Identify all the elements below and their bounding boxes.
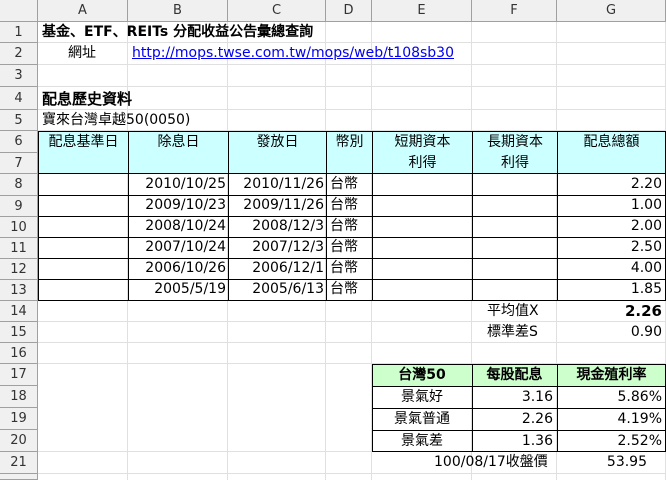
cell-pay-date[interactable]: 2007/12/3 bbox=[228, 237, 324, 258]
header-pay-date[interactable]: 發放日 bbox=[228, 131, 326, 174]
cell-ex-date[interactable]: 2006/10/26 bbox=[128, 258, 226, 279]
row-header-17[interactable]: 17 bbox=[0, 364, 38, 386]
header-ex-date[interactable]: 除息日 bbox=[128, 131, 228, 174]
scenario-dividend[interactable]: 3.16 bbox=[472, 387, 553, 408]
spreadsheet: A B C D E F G 1 2 3 4 5 6 7 8 9 10 11 12… bbox=[0, 0, 666, 480]
scenario-dividend[interactable]: 2.26 bbox=[472, 409, 553, 430]
cell-pay-date[interactable]: 2005/6/13 bbox=[228, 279, 324, 300]
cell-total[interactable]: 1.85 bbox=[557, 279, 662, 300]
cell-total[interactable]: 1.00 bbox=[557, 195, 662, 216]
std-label[interactable]: 標準差S bbox=[487, 322, 538, 343]
row-header-13[interactable]: 13 bbox=[0, 280, 38, 301]
gridline bbox=[38, 473, 666, 474]
column-header-b[interactable]: B bbox=[128, 0, 228, 22]
cell-currency[interactable]: 台幣 bbox=[330, 174, 358, 195]
section-title[interactable]: 配息歷史資料 bbox=[42, 89, 132, 110]
scenario-name[interactable]: 景氣普通 bbox=[372, 409, 472, 430]
fund-name[interactable]: 寶來台灣卓越50(0050) bbox=[42, 110, 190, 131]
close-price-value[interactable]: 53.95 bbox=[557, 452, 647, 473]
header-total-label: 配息總額 bbox=[583, 134, 640, 150]
cell-currency[interactable]: 台幣 bbox=[330, 216, 358, 237]
header-ex-date-label: 除息日 bbox=[157, 134, 200, 150]
cell-ex-date[interactable]: 2007/10/24 bbox=[128, 237, 226, 258]
cell-total[interactable]: 4.00 bbox=[557, 258, 662, 279]
select-all-corner[interactable] bbox=[0, 0, 38, 22]
row-header-1[interactable]: 1 bbox=[0, 22, 38, 43]
cell-total[interactable]: 2.50 bbox=[557, 237, 662, 258]
header-short-gain-line1: 短期資本 bbox=[394, 134, 451, 150]
scenario-name[interactable]: 景氣差 bbox=[372, 431, 472, 452]
column-header-a[interactable]: A bbox=[38, 0, 128, 22]
header-long-gain[interactable]: 長期資本 利得 bbox=[472, 131, 557, 174]
header-long-gain-line2: 利得 bbox=[501, 155, 529, 171]
cell-pay-date[interactable]: 2009/11/26 bbox=[228, 195, 324, 216]
row-header-12[interactable]: 12 bbox=[0, 259, 38, 280]
cell-ex-date[interactable]: 2010/10/25 bbox=[128, 174, 226, 195]
row-header-15[interactable]: 15 bbox=[0, 322, 38, 343]
column-header-f[interactable]: F bbox=[472, 0, 557, 22]
cell-currency[interactable]: 台幣 bbox=[330, 237, 358, 258]
cell-pay-date[interactable]: 2008/12/3 bbox=[228, 216, 324, 237]
row-header-4[interactable]: 4 bbox=[0, 87, 38, 110]
column-header-c[interactable]: C bbox=[228, 0, 326, 22]
row-header-18[interactable]: 18 bbox=[0, 386, 38, 408]
header-total[interactable]: 配息總額 bbox=[557, 131, 666, 174]
scenario-header-name[interactable]: 台灣50 bbox=[372, 365, 472, 386]
row-header-16[interactable]: 16 bbox=[0, 343, 38, 364]
cell-total[interactable]: 2.20 bbox=[557, 174, 662, 195]
row-header-11[interactable]: 11 bbox=[0, 238, 38, 259]
scenario-yield[interactable]: 2.52% bbox=[557, 431, 662, 452]
row-header-20[interactable]: 20 bbox=[0, 430, 38, 452]
scenario-header-dividend[interactable]: 每股配息 bbox=[472, 365, 557, 386]
cell-currency[interactable]: 台幣 bbox=[330, 258, 358, 279]
cell-pay-date[interactable]: 2006/12/1 bbox=[228, 258, 324, 279]
header-long-gain-line1: 長期資本 bbox=[487, 134, 543, 150]
row-header-9[interactable]: 9 bbox=[0, 196, 38, 217]
row-header-7[interactable]: 7 bbox=[0, 153, 38, 174]
header-currency[interactable]: 幣別 bbox=[326, 131, 372, 174]
row-header-10[interactable]: 10 bbox=[0, 217, 38, 238]
row-header-21[interactable]: 21 bbox=[0, 452, 38, 474]
scenario-yield[interactable]: 4.19% bbox=[557, 409, 662, 430]
close-price-label[interactable]: 100/08/17收盤價 bbox=[434, 452, 548, 473]
cell-currency[interactable]: 台幣 bbox=[330, 195, 358, 216]
header-base-date[interactable]: 配息基準日 bbox=[38, 131, 128, 174]
scenario-name[interactable]: 景氣好 bbox=[372, 387, 472, 408]
scenario-dividend[interactable]: 1.36 bbox=[472, 431, 553, 452]
cell-currency[interactable]: 台幣 bbox=[330, 279, 358, 300]
scenario-header-yield[interactable]: 現金殖利率 bbox=[557, 365, 666, 386]
row-header-6[interactable]: 6 bbox=[0, 131, 38, 153]
row-header-8[interactable]: 8 bbox=[0, 174, 38, 196]
header-base-date-label: 配息基準日 bbox=[48, 134, 119, 150]
row-header-5[interactable]: 5 bbox=[0, 110, 38, 131]
cell-pay-date[interactable]: 2010/11/26 bbox=[228, 174, 324, 195]
gridline bbox=[38, 86, 666, 87]
header-pay-date-label: 發放日 bbox=[256, 134, 299, 150]
cell-ex-date[interactable]: 2005/5/19 bbox=[128, 279, 226, 300]
row-header-22[interactable] bbox=[0, 474, 38, 480]
mean-label[interactable]: 平均值X bbox=[487, 301, 539, 322]
header-short-gain-line2: 利得 bbox=[408, 155, 437, 171]
url-label: 網址 bbox=[68, 45, 96, 61]
row-header-14[interactable]: 14 bbox=[0, 301, 38, 322]
cell-ex-date[interactable]: 2009/10/23 bbox=[128, 195, 226, 216]
mean-value[interactable]: 2.26 bbox=[557, 301, 662, 322]
sheet-title[interactable]: 基金、ETF、REITs 分配收益公告彙總查詢 bbox=[42, 22, 313, 43]
header-short-gain[interactable]: 短期資本 利得 bbox=[372, 131, 472, 174]
column-header-d[interactable]: D bbox=[326, 0, 372, 22]
row-header-2[interactable]: 2 bbox=[0, 43, 38, 65]
gridline bbox=[38, 64, 666, 65]
std-value[interactable]: 0.90 bbox=[557, 322, 662, 343]
column-header-g[interactable]: G bbox=[557, 0, 666, 22]
cell-total[interactable]: 2.00 bbox=[557, 216, 662, 237]
cell-ex-date[interactable]: 2008/10/24 bbox=[128, 216, 226, 237]
column-header-e[interactable]: E bbox=[372, 0, 472, 22]
row-header-19[interactable]: 19 bbox=[0, 408, 38, 430]
url-link[interactable]: http://mops.twse.com.tw/mops/web/t108sb3… bbox=[132, 43, 454, 64]
header-currency-label: 幣別 bbox=[335, 134, 364, 150]
scenario-yield[interactable]: 5.86% bbox=[557, 387, 662, 408]
row-header-3[interactable]: 3 bbox=[0, 65, 38, 87]
